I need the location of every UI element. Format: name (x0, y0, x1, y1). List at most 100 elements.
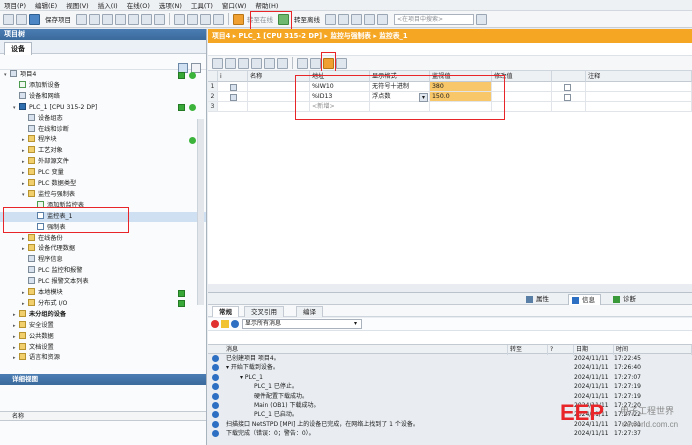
cross-reference-icon[interactable] (338, 13, 349, 25)
menu-item-6[interactable]: 工具(T) (191, 0, 213, 10)
message-filter-select[interactable]: 显示所有消息 (242, 319, 362, 329)
tree-item[interactable]: ▾ PLC_1 [CPU 315-2 DP] (0, 102, 206, 113)
tree-item[interactable]: 在线和诊断 (0, 124, 206, 135)
info-subtab[interactable]: 编译 (296, 306, 323, 317)
monitor-once-icon[interactable] (297, 57, 308, 69)
redo-icon[interactable] (154, 13, 165, 25)
row-number: 1 (208, 82, 218, 92)
tree-item[interactable]: 设备组态 (0, 113, 206, 124)
info-subtab[interactable]: 常规 (212, 306, 239, 317)
tree-item[interactable]: ▸ 外部源文件 (0, 157, 206, 167)
tree-item[interactable]: ▸ 分布式 I/O (0, 298, 206, 309)
go-offline-button[interactable]: 转至离线 (294, 14, 320, 24)
menu-item-1[interactable]: 编辑(E) (35, 0, 57, 10)
warnings-filter-icon[interactable] (221, 320, 229, 328)
tree-item[interactable]: 程序信息 (0, 255, 206, 265)
modify-checkbox[interactable] (564, 93, 571, 101)
cell-comment[interactable] (586, 82, 692, 92)
force-icon[interactable] (264, 57, 275, 69)
tree-item-label: 在线备份 (38, 234, 63, 242)
menu-item-7[interactable]: 窗口(W) (222, 0, 247, 10)
column-header[interactable]: 注释 (586, 71, 692, 82)
tree-item[interactable]: ▸ 设备代理数据 (0, 244, 206, 254)
stop-icon[interactable] (351, 13, 362, 25)
undo-icon[interactable] (141, 13, 152, 25)
highlight-box-watch-rows (295, 75, 505, 120)
tree-item[interactable]: ▾ 项目4 (0, 70, 206, 80)
tree-item[interactable]: ▸ 公共数据 (0, 331, 206, 342)
tree-item[interactable]: PLC 报警文本列表 (0, 277, 206, 287)
delete-icon[interactable] (128, 13, 139, 25)
tree-item[interactable]: 设备和网络 (0, 91, 206, 102)
info-subtab[interactable]: 交叉引用 (244, 306, 284, 317)
monitor-now-icon[interactable] (336, 57, 347, 69)
insert-row-icon[interactable] (212, 57, 223, 69)
show-hide-columns-icon[interactable] (277, 57, 288, 69)
download-icon[interactable] (187, 13, 198, 25)
tree-item[interactable]: ▸ 文档设置 (0, 342, 206, 353)
inspector-tab[interactable]: 属性 (523, 294, 554, 305)
cell-comment[interactable] (586, 102, 692, 112)
cell-comment[interactable] (586, 92, 692, 102)
inspector-tab-label: 信息 (582, 296, 595, 304)
tree-item[interactable]: ▸ 本地模块 (0, 288, 206, 298)
upload-icon[interactable] (200, 13, 211, 25)
save-icon[interactable] (29, 13, 40, 25)
cut-icon[interactable] (89, 13, 100, 25)
message-row[interactable]: ▾ PLC_1 2024/11/11 17:27:07 (208, 373, 692, 382)
message-row[interactable]: 已创建项目 项目4。 2024/11/11 17:22:45 (208, 354, 692, 363)
menu-item-8[interactable]: 帮助(H) (255, 0, 278, 10)
tree-item[interactable]: ▸ 程序块 (0, 135, 206, 145)
tree-item[interactable]: ▸ 语言和资源 (0, 353, 206, 363)
message-row[interactable]: PLC_1 已停止。 2024/11/11 17:27:19 (208, 382, 692, 391)
save-project-button[interactable]: 保存项目 (45, 14, 71, 24)
tree-item[interactable]: 添加新设备 (0, 80, 206, 91)
split-editor-icon[interactable] (364, 13, 375, 25)
tree-item[interactable]: PLC 监控和报警 (0, 266, 206, 276)
open-project-icon[interactable] (16, 13, 27, 25)
tree-item[interactable]: ▸ 未分组的设备 (0, 309, 206, 320)
tree-scrollbar[interactable] (197, 119, 204, 305)
info-icon (212, 373, 219, 381)
add-row-icon[interactable] (225, 57, 236, 69)
modify-now-icon[interactable] (238, 57, 249, 69)
tree-item[interactable]: ▸ 在线备份 (0, 233, 206, 244)
paste-icon[interactable] (115, 13, 126, 25)
enable-peripheral-icon[interactable] (310, 57, 321, 69)
cell-modify-flag[interactable] (552, 102, 586, 112)
tree-item[interactable]: ▸ PLC 变量 (0, 168, 206, 178)
detail-view-header[interactable]: 详细视图 (0, 374, 206, 385)
tree-item[interactable]: ▸ 安全设置 (0, 320, 206, 331)
copy-icon[interactable] (102, 13, 113, 25)
modify-checkbox[interactable] (564, 83, 571, 91)
tree-item[interactable]: ▸ 工艺对象 (0, 146, 206, 156)
cell-icon[interactable] (218, 102, 248, 112)
compile-icon[interactable] (174, 13, 185, 25)
inspector-tab[interactable]: 信息 (568, 294, 601, 305)
accessible-devices-icon[interactable] (325, 13, 336, 25)
menu-item-2[interactable]: 视图(V) (66, 0, 89, 10)
simulate-icon[interactable] (213, 13, 224, 25)
modify-trigger-icon[interactable] (251, 57, 262, 69)
menu-item-5[interactable]: 选项(N) (159, 0, 182, 10)
tree-item[interactable]: ▾ 监控与强制表 (0, 189, 206, 200)
column-header[interactable] (552, 71, 586, 82)
chevron-down-icon[interactable]: ▾ (354, 320, 357, 327)
project-search-input[interactable]: <在项目中搜索> (394, 13, 474, 25)
info-filter-icon[interactable] (231, 320, 239, 328)
inspector-tab[interactable]: 诊断 (610, 294, 641, 305)
menu-item-4[interactable]: 在线(O) (127, 0, 150, 10)
search-icon[interactable] (476, 13, 487, 25)
menu-item-3[interactable]: 插入(I) (98, 0, 118, 10)
message-row[interactable]: ▾ 开始下载到设备。 2024/11/11 17:26:40 (208, 363, 692, 372)
column-header[interactable]: i (218, 71, 248, 82)
errors-filter-icon[interactable] (211, 320, 219, 328)
new-project-icon[interactable] (3, 13, 14, 25)
tree-item[interactable]: ▸ PLC 数据类型 (0, 179, 206, 189)
print-icon[interactable] (76, 13, 87, 25)
menu-item-0[interactable]: 项目(P) (4, 0, 26, 10)
split-editor-horizontal-icon[interactable] (377, 13, 388, 25)
go-online-icon[interactable] (233, 13, 244, 25)
message-date: 2024/11/11 (574, 355, 609, 362)
devices-tab[interactable]: 设备 (4, 42, 32, 55)
